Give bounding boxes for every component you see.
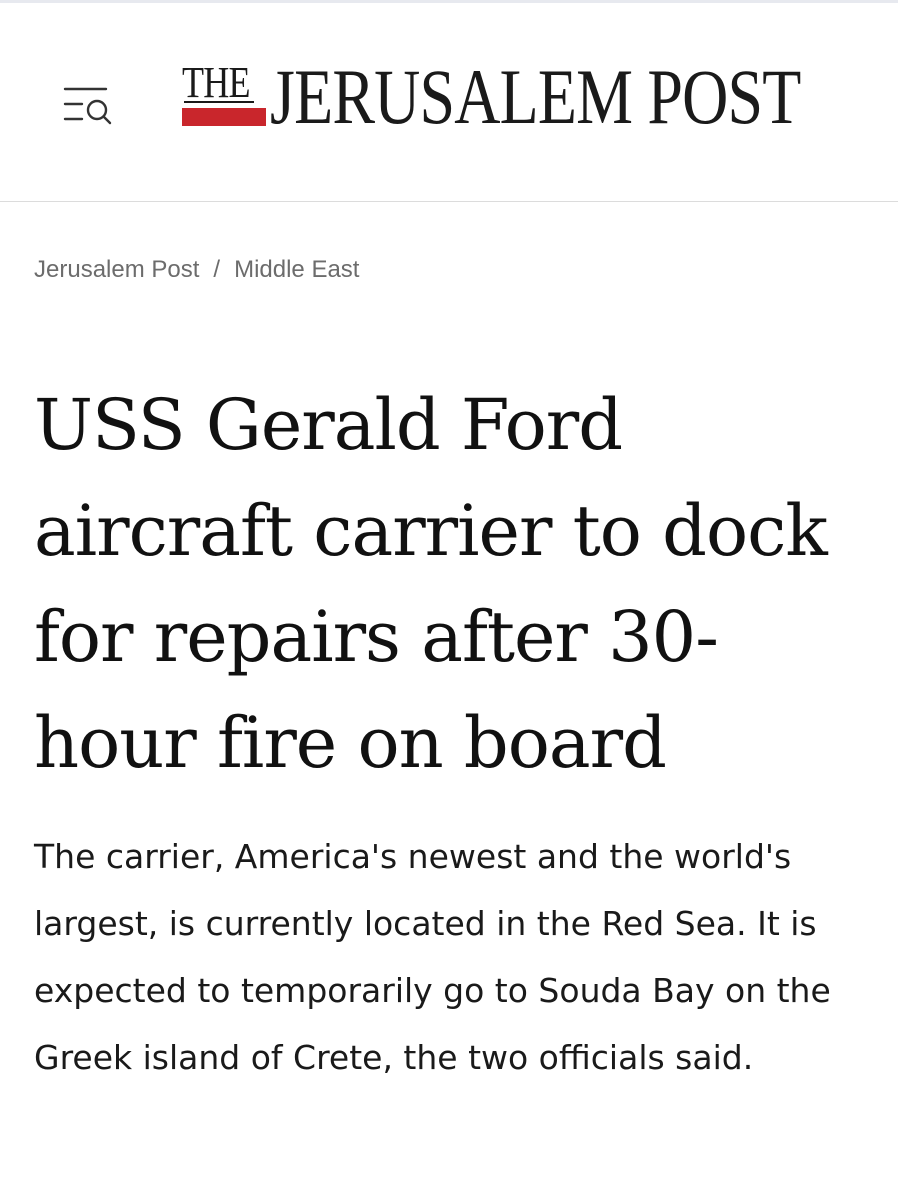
- logo-underline: [184, 101, 254, 103]
- logo-the-text: THE: [182, 58, 250, 107]
- breadcrumb-item-jerusalem-post[interactable]: Jerusalem Post: [34, 256, 199, 283]
- logo-name-text: JERUSALEM POST: [270, 53, 801, 140]
- menu-search-icon: [63, 87, 112, 125]
- article-headline: USS Gerald Ford aircraft carrier to dock…: [34, 384, 828, 784]
- logo-red-bar: [182, 108, 266, 126]
- breadcrumb: Jerusalem Post / Middle East: [34, 254, 359, 286]
- menu-search-button[interactable]: [60, 83, 116, 125]
- breadcrumb-item-middle-east[interactable]: Middle East: [234, 256, 359, 283]
- site-logo[interactable]: THE JERUSALEM POST: [178, 55, 818, 145]
- site-header: THE JERUSALEM POST: [0, 3, 898, 202]
- article-summary: The carrier, America's newest and the wo…: [34, 837, 831, 1077]
- breadcrumb-separator: /: [213, 256, 221, 283]
